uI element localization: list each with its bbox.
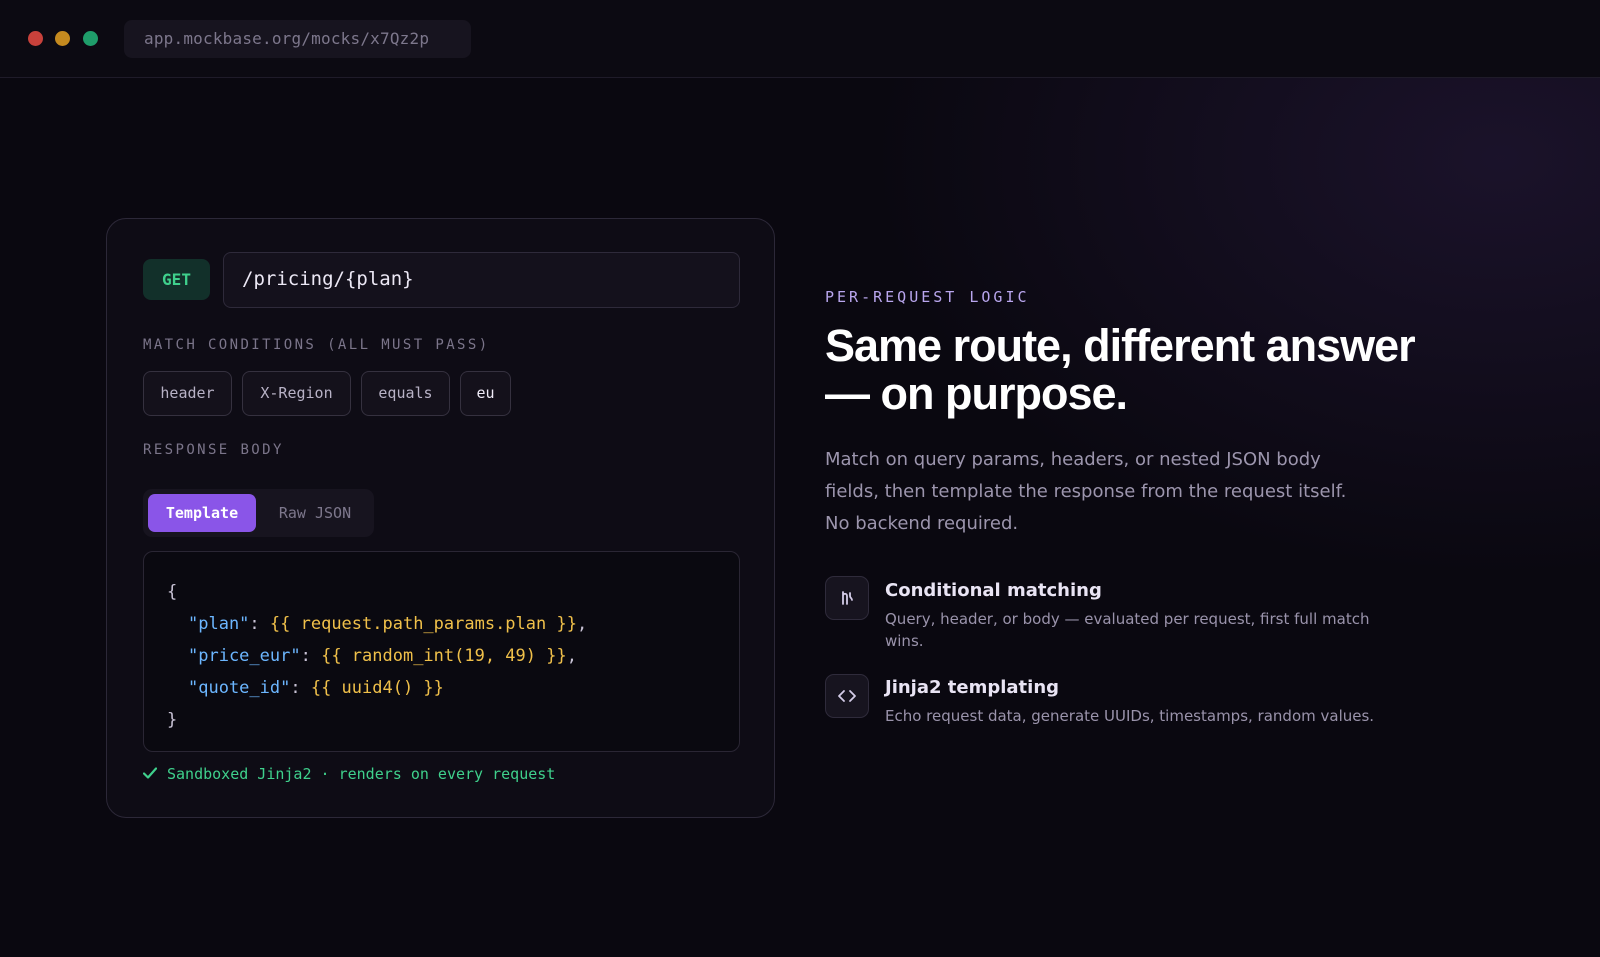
feature-description-jinja2-templating: Echo request data, generate UUIDs, times… — [885, 707, 1375, 725]
feature-description-conditional-matching: Query, header, or body — evaluated per r… — [885, 610, 1370, 650]
address-bar[interactable]: app.mockbase.org/mocks/x7Qz2p — [124, 20, 471, 58]
route-path-input[interactable]: /pricing/{plan} — [223, 252, 740, 308]
condition-field-chip[interactable]: X-Region — [242, 371, 351, 416]
code-brackets-icon — [825, 674, 869, 718]
http-method-badge[interactable]: GET — [143, 259, 210, 300]
code-key: "quote_id" — [188, 678, 291, 698]
code-key: "plan" — [188, 614, 250, 634]
code-template-expression: {{ uuid4() }} — [310, 678, 444, 698]
condition-source-chip[interactable]: header — [143, 371, 232, 416]
window-maximize-dot[interactable] — [83, 31, 98, 46]
condition-value-chip[interactable]: eu — [460, 371, 511, 416]
hero-description: Match on query params, headers, or neste… — [825, 449, 1347, 534]
code-comma: , — [576, 614, 588, 634]
code-comma: , — [566, 646, 577, 666]
window-minimize-dot[interactable] — [55, 31, 70, 46]
section-eyebrow: PER-REQUEST LOGIC — [825, 288, 1030, 306]
sandbox-status-text: Sandboxed Jinja2 · renders on every requ… — [167, 765, 556, 783]
mock-editor-card: GET /pricing/{plan} MATCH CONDITIONS (AL… — [106, 218, 775, 818]
code-line: "price_eur": {{ random_int(19, 49) }}, — [167, 640, 739, 672]
page-headline: Same route, different answer — on purpos… — [825, 322, 1525, 418]
branch-icon — [825, 576, 869, 620]
code-colon: : — [300, 646, 322, 666]
browser-top-bar: app.mockbase.org/mocks/x7Qz2p — [0, 0, 1600, 78]
code-template-expression: {{ random_int(19, 49) }} — [321, 646, 567, 666]
code-line: "plan": {{ request.path_params.plan }}, — [167, 608, 739, 640]
response-body-label: RESPONSE BODY — [143, 442, 284, 458]
checkmark-icon — [142, 765, 159, 783]
feature-title-conditional-matching: Conditional matching — [885, 580, 1102, 601]
code-colon: : — [249, 614, 270, 634]
tab-template[interactable]: Template — [148, 494, 256, 532]
code-template-expression: {{ request.path_params.plan }} — [269, 614, 577, 634]
code-line: "quote_id": {{ uuid4() }} — [167, 672, 739, 704]
code-colon: : — [290, 678, 311, 698]
sandbox-status: Sandboxed Jinja2 · renders on every requ… — [142, 765, 556, 783]
window-close-dot[interactable] — [28, 31, 43, 46]
headline-line-1: Same route, different answer — [825, 320, 1416, 371]
condition-operator-chip[interactable]: equals — [361, 371, 450, 416]
response-mode-tabs: Template Raw JSON — [143, 489, 374, 537]
feature-title-jinja2-templating: Jinja2 templating — [885, 677, 1060, 698]
tab-raw-json[interactable]: Raw JSON — [261, 494, 369, 532]
headline-line-2: — on purpose. — [825, 368, 1128, 419]
response-template-editor[interactable]: { "plan": {{ request.path_params.plan }}… — [143, 551, 740, 752]
code-key: "price_eur" — [188, 646, 301, 666]
match-conditions-label: MATCH CONDITIONS (ALL MUST PASS) — [143, 337, 490, 353]
code-close-brace: } — [167, 710, 178, 730]
code-open-brace: { — [167, 582, 178, 602]
